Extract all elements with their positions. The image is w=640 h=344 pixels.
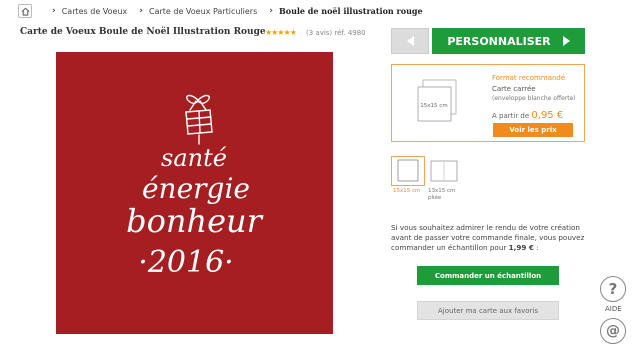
sample-price: 1,99 € — [508, 243, 534, 252]
arrow-right-icon — [562, 36, 570, 46]
format-option-square-label: 15x15 cm — [393, 188, 421, 194]
breadcrumb-link-cartes-de-voeux[interactable]: Cartes de Voeux — [62, 7, 128, 16]
card-text-energie: énergie — [142, 172, 250, 205]
personnaliser-label: PERSONNALISER — [447, 34, 551, 48]
order-sample-button[interactable]: Commander un échantillon — [417, 266, 559, 285]
card-preview: santé énergie bonheur ·2016· — [56, 52, 333, 334]
format-name: Carte carrée — [492, 85, 536, 93]
add-to-favorites-button[interactable]: Ajouter ma carte aux favoris — [417, 301, 559, 320]
previous-button[interactable] — [391, 28, 429, 54]
price-value: 0,95 € — [531, 110, 564, 121]
chevron-right-icon: › — [52, 6, 56, 16]
sample-info-text: Si vous souhaitez admirer le rendu de vo… — [391, 223, 585, 252]
card-text-bonheur: bonheur — [126, 202, 264, 240]
format-option-folded-label: 13x15 cm pliée — [428, 188, 456, 201]
format-price: A partir de 0,95 € — [492, 110, 564, 121]
breadcrumb: › Cartes de Voeux › Carte de Voeux Parti… — [18, 4, 423, 18]
thumb-size-label: 15x15 cm — [420, 103, 447, 109]
card-text-sante: santé — [161, 144, 227, 172]
page-title: Carte de Voeux Boule de Noël Illustratio… — [20, 27, 266, 37]
card-format-thumbnail: 15x15 cm — [416, 79, 458, 123]
format-heading: Format recommandé — [492, 74, 566, 82]
breadcrumb-link-particuliers[interactable]: Carte de Voeux Particuliers — [149, 7, 257, 16]
chevron-right-icon: › — [269, 6, 273, 16]
help-icon[interactable]: ? — [600, 276, 626, 302]
recommended-format-panel: 15x15 cm Format recommandé Carte carrée … — [391, 64, 585, 142]
home-icon[interactable] — [18, 4, 32, 18]
chevron-right-icon: › — [139, 6, 143, 16]
help-label: AIDE — [605, 305, 622, 313]
breadcrumb-current: Boule de noël illustration rouge — [278, 6, 423, 16]
personnaliser-button[interactable]: PERSONNALISER — [432, 28, 585, 54]
format-option-square[interactable] — [391, 156, 425, 186]
format-option-folded[interactable] — [427, 156, 461, 186]
rating-stars[interactable]: ★★★★★ — [265, 28, 297, 37]
format-note: (enveloppe blanche offerte) — [492, 95, 576, 102]
christmas-ornament-illustration: santé énergie bonheur ·2016· — [126, 94, 264, 280]
see-prices-button[interactable]: Voir les prix — [493, 123, 573, 137]
arrow-left-icon — [406, 36, 414, 46]
card-text-year: ·2016· — [138, 245, 233, 280]
email-icon[interactable]: @ — [600, 318, 626, 344]
product-meta: (3 avis) réf. 4980 — [306, 29, 366, 37]
